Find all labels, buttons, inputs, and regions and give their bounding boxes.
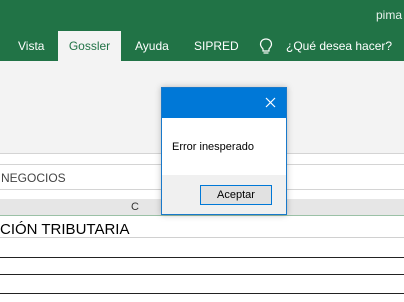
ok-button[interactable]: Aceptar (200, 185, 272, 205)
dialog-content: Error inesperado (162, 118, 286, 175)
close-icon[interactable] (254, 88, 286, 118)
tell-me-search[interactable]: ¿Qué desea hacer? (286, 31, 392, 61)
ribbon-tab-bar: Vista Gossler Ayuda SIPRED ¿Qué desea ha… (0, 31, 404, 61)
sheet-grid[interactable]: CIÓN TRIBUTARIA (0, 216, 404, 302)
dialog-titlebar[interactable] (162, 88, 286, 118)
row-divider (0, 237, 404, 238)
lightbulb-icon[interactable] (259, 38, 273, 55)
row-divider (0, 274, 404, 275)
error-dialog: Error inesperado Aceptar (161, 87, 287, 215)
row-divider (0, 257, 404, 258)
row-divider (0, 293, 404, 294)
dialog-message: Error inesperado (172, 141, 254, 153)
column-header-c[interactable]: C (131, 201, 139, 213)
tab-gossler[interactable]: Gossler (58, 31, 121, 61)
title-bar: pima (0, 0, 404, 31)
tab-sipred[interactable]: SIPRED (194, 31, 239, 61)
tab-ayuda[interactable]: Ayuda (135, 31, 169, 61)
user-name[interactable]: pima (376, 8, 402, 22)
tab-vista[interactable]: Vista (18, 31, 44, 61)
cell-title-text[interactable]: CIÓN TRIBUTARIA (0, 221, 129, 238)
formula-content[interactable]: NEGOCIOS (1, 171, 66, 185)
